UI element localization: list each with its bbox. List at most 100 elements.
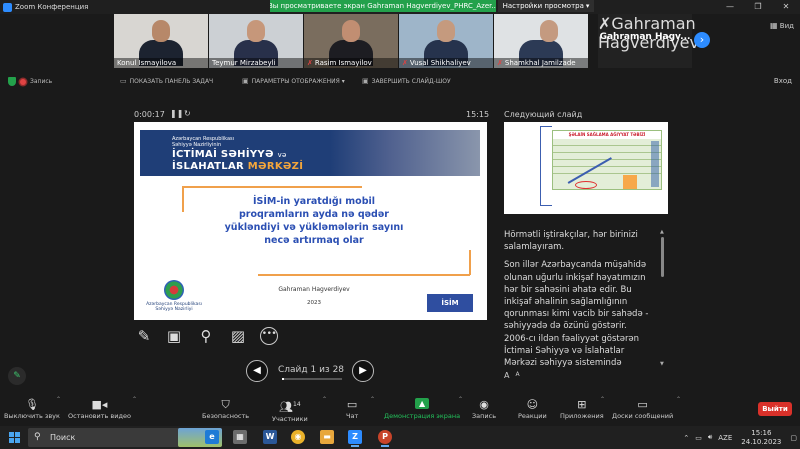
- chevron-up-icon[interactable]: ⌃: [322, 396, 327, 403]
- participant-tile[interactable]: ✗ Rasim Ismayilov: [304, 14, 398, 68]
- chevron-up-icon[interactable]: ⌃: [600, 396, 605, 403]
- slides-grid-icon[interactable]: ▣: [164, 327, 184, 345]
- slide-headline: İSİM-in yaratdığı mobil proqramların ayd…: [224, 196, 404, 246]
- next-slide-table-title: ŞƏLAİN SAĞLAMA AĞIYYAT TƏBİZİ: [553, 131, 661, 139]
- end-show-icon: ▣: [362, 77, 369, 85]
- share-toolbar: Запись ▭ ПОКАЗАТЬ ПАНЕЛЬ ЗАДАЧ ▣ ПАРАМЕТ…: [0, 73, 800, 91]
- participant-tile[interactable]: Teymur Mirzabeyli: [209, 14, 303, 68]
- speaker-notes[interactable]: Hörmətli iştirakçılar, hər birinizi sala…: [504, 229, 652, 367]
- monitor-icon: ▣: [242, 77, 249, 85]
- next-slide-button[interactable]: ▶: [352, 360, 374, 382]
- security-button[interactable]: ⛉ Безопасность: [202, 398, 249, 420]
- notes-scrollbar[interactable]: ▲ ▼: [660, 229, 665, 367]
- previous-slide-button[interactable]: ◀: [246, 360, 268, 382]
- participant-tile[interactable]: ✗ Shamkhal Jamilzade: [494, 14, 588, 68]
- viewing-banner: Вы просматриваете экран Gahraman Hagverd…: [270, 0, 496, 12]
- powerpoint-icon[interactable]: P: [378, 430, 392, 447]
- presentation-timer: 0:00:17: [134, 110, 165, 119]
- banner-title-2: İSLAHATLAR: [172, 161, 244, 172]
- share-label: Демонстрация экрана: [384, 412, 461, 420]
- close-icon[interactable]: ✕: [772, 0, 800, 14]
- view-button[interactable]: ▦ Вид: [770, 21, 794, 30]
- explorer-icon[interactable]: ▬: [320, 430, 334, 444]
- stop-video-button[interactable]: ■◂ Остановить видео: [68, 398, 131, 420]
- increase-font-icon[interactable]: A: [504, 371, 509, 380]
- table-row: [553, 167, 661, 174]
- slide-counter: Слайд 1 из 28: [278, 365, 345, 375]
- network-icon[interactable]: ▭: [695, 434, 702, 442]
- emblem-icon: [164, 280, 184, 300]
- meeting-controls: 🎙︎ Выключить звук ⌃ ■◂ Остановить видео ⌃ …: [0, 392, 800, 426]
- zoom-magnifier-icon[interactable]: ⚲: [196, 327, 216, 345]
- notifications-icon[interactable]: ▢: [790, 434, 797, 442]
- more-options-icon[interactable]: •••: [260, 327, 278, 345]
- chevron-up-icon[interactable]: ⌃: [676, 396, 681, 403]
- share-screen-button[interactable]: ▲ Демонстрация экрана: [384, 398, 460, 420]
- slide-banner: Azərbaycan Respublikası Səhiyyə Nazirliy…: [140, 130, 480, 176]
- participants-button[interactable]: 👥︎14 Участники: [272, 398, 308, 423]
- zoom-taskbar-icon[interactable]: Z: [348, 430, 362, 447]
- zoom-window: Zoom Конференция Вы просматриваете экран…: [0, 0, 800, 449]
- store-icon[interactable]: ▦: [233, 430, 247, 444]
- zoom-logo-icon: [3, 2, 12, 12]
- show-taskbar-button[interactable]: ▭ ПОКАЗАТЬ ПАНЕЛЬ ЗАДАЧ: [120, 77, 213, 85]
- view-settings-button[interactable]: Настройки просмотра ▾: [498, 0, 594, 12]
- participant-tile[interactable]: Konul Ismayilova: [114, 14, 208, 68]
- participants-count: 14: [293, 401, 301, 408]
- record-button[interactable]: ◉ Запись: [472, 398, 496, 420]
- leave-button[interactable]: Выйти: [758, 402, 792, 416]
- current-slide: Azərbaycan Respublikası Səhiyyə Nazirliy…: [134, 122, 487, 320]
- end-slideshow-button[interactable]: ▣ ЗАВЕРШИТЬ СЛАЙД-ШОУ: [362, 77, 451, 85]
- decor-line: [258, 274, 470, 276]
- decrease-font-icon[interactable]: A: [515, 371, 519, 380]
- next-slide-preview[interactable]: ŞƏLAİN SAĞLAMA AĞIYYAT TƏBİZİ: [504, 122, 668, 214]
- participant-name: ✗ Rasim Ismayilov: [304, 58, 398, 68]
- black-screen-icon[interactable]: ▨: [228, 327, 248, 345]
- word-icon[interactable]: W: [263, 430, 277, 444]
- edge-icon[interactable]: e: [205, 430, 219, 444]
- record-icon: ◉: [479, 398, 489, 411]
- whiteboard-icon: ▭: [637, 398, 648, 411]
- scroll-down-icon[interactable]: ▼: [660, 361, 664, 367]
- scrollbar-thumb[interactable]: [661, 237, 664, 277]
- taskbar-clock[interactable]: 15:16 24.10.2023: [741, 429, 781, 447]
- apps-button[interactable]: ⊞ Приложения: [560, 398, 604, 420]
- end-slideshow-label: ЗАВЕРШИТЬ СЛАЙД-ШОУ: [371, 77, 451, 85]
- chrome-icon[interactable]: ◉: [291, 430, 305, 444]
- participant-strip: Konul Ismayilova Teymur Mirzabeyli ✗ Rasi…: [0, 14, 800, 68]
- volume-icon[interactable]: 🔊︎: [708, 433, 712, 442]
- exit-fullscreen-button[interactable]: Вход: [774, 77, 792, 85]
- chevron-up-icon[interactable]: ⌃: [132, 396, 137, 403]
- mute-button[interactable]: 🎙︎ Выключить звук: [4, 398, 60, 420]
- maximize-icon[interactable]: ❐: [744, 0, 772, 14]
- chevron-up-icon[interactable]: ⌃: [458, 396, 463, 403]
- mic-muted-icon: ✗: [497, 59, 503, 67]
- ministry-line-2: Səhiyyə Nazirliyinin: [172, 142, 222, 148]
- banner-title-line-2: İSLAHATLAR MƏRKƏZİ: [172, 161, 303, 172]
- participant-tile[interactable]: ✗ Vusal Shikhaliyev: [399, 14, 493, 68]
- annotate-pencil-icon[interactable]: ✎: [8, 367, 26, 385]
- reset-icon[interactable]: ↻: [184, 109, 191, 118]
- search-placeholder: Поиск: [50, 433, 76, 442]
- slide-year: 2023: [307, 300, 321, 306]
- next-page-arrow-icon[interactable]: ›: [694, 32, 710, 48]
- participant-tile[interactable]: Gahraman Hagv... ✗Gahraman Hagverdiyev: [598, 14, 699, 68]
- chevron-down-icon: ▾: [585, 2, 590, 10]
- windows-start-icon[interactable]: [9, 432, 20, 443]
- minimize-icon[interactable]: —: [716, 0, 744, 14]
- chevron-up-icon[interactable]: ⌃: [56, 396, 61, 403]
- pause-icon[interactable]: ❚❚: [170, 109, 183, 118]
- notes-paragraph: Son illər Azərbaycanda müşahidə olunan u…: [504, 260, 649, 367]
- display-settings-button[interactable]: ▣ ПАРАМЕТРЫ ОТОБРАЖЕНИЯ ▾: [242, 77, 345, 85]
- chevron-up-icon[interactable]: ⌃: [683, 434, 689, 442]
- whiteboard-button[interactable]: ▭ Доски сообщений: [612, 398, 673, 420]
- taskbar-search[interactable]: ⚲ Поиск: [28, 428, 222, 447]
- chevron-up-icon[interactable]: ⌃: [370, 396, 375, 403]
- grid-icon: ▦: [770, 21, 778, 30]
- shield-icon: [8, 77, 16, 86]
- language-indicator[interactable]: AZE: [718, 434, 732, 442]
- reactions-button[interactable]: ☺ Реакции: [518, 398, 547, 420]
- chat-button[interactable]: ▭ Чат: [346, 398, 358, 420]
- scroll-up-icon[interactable]: ▲: [660, 229, 664, 235]
- pen-icon[interactable]: ✎: [134, 327, 154, 345]
